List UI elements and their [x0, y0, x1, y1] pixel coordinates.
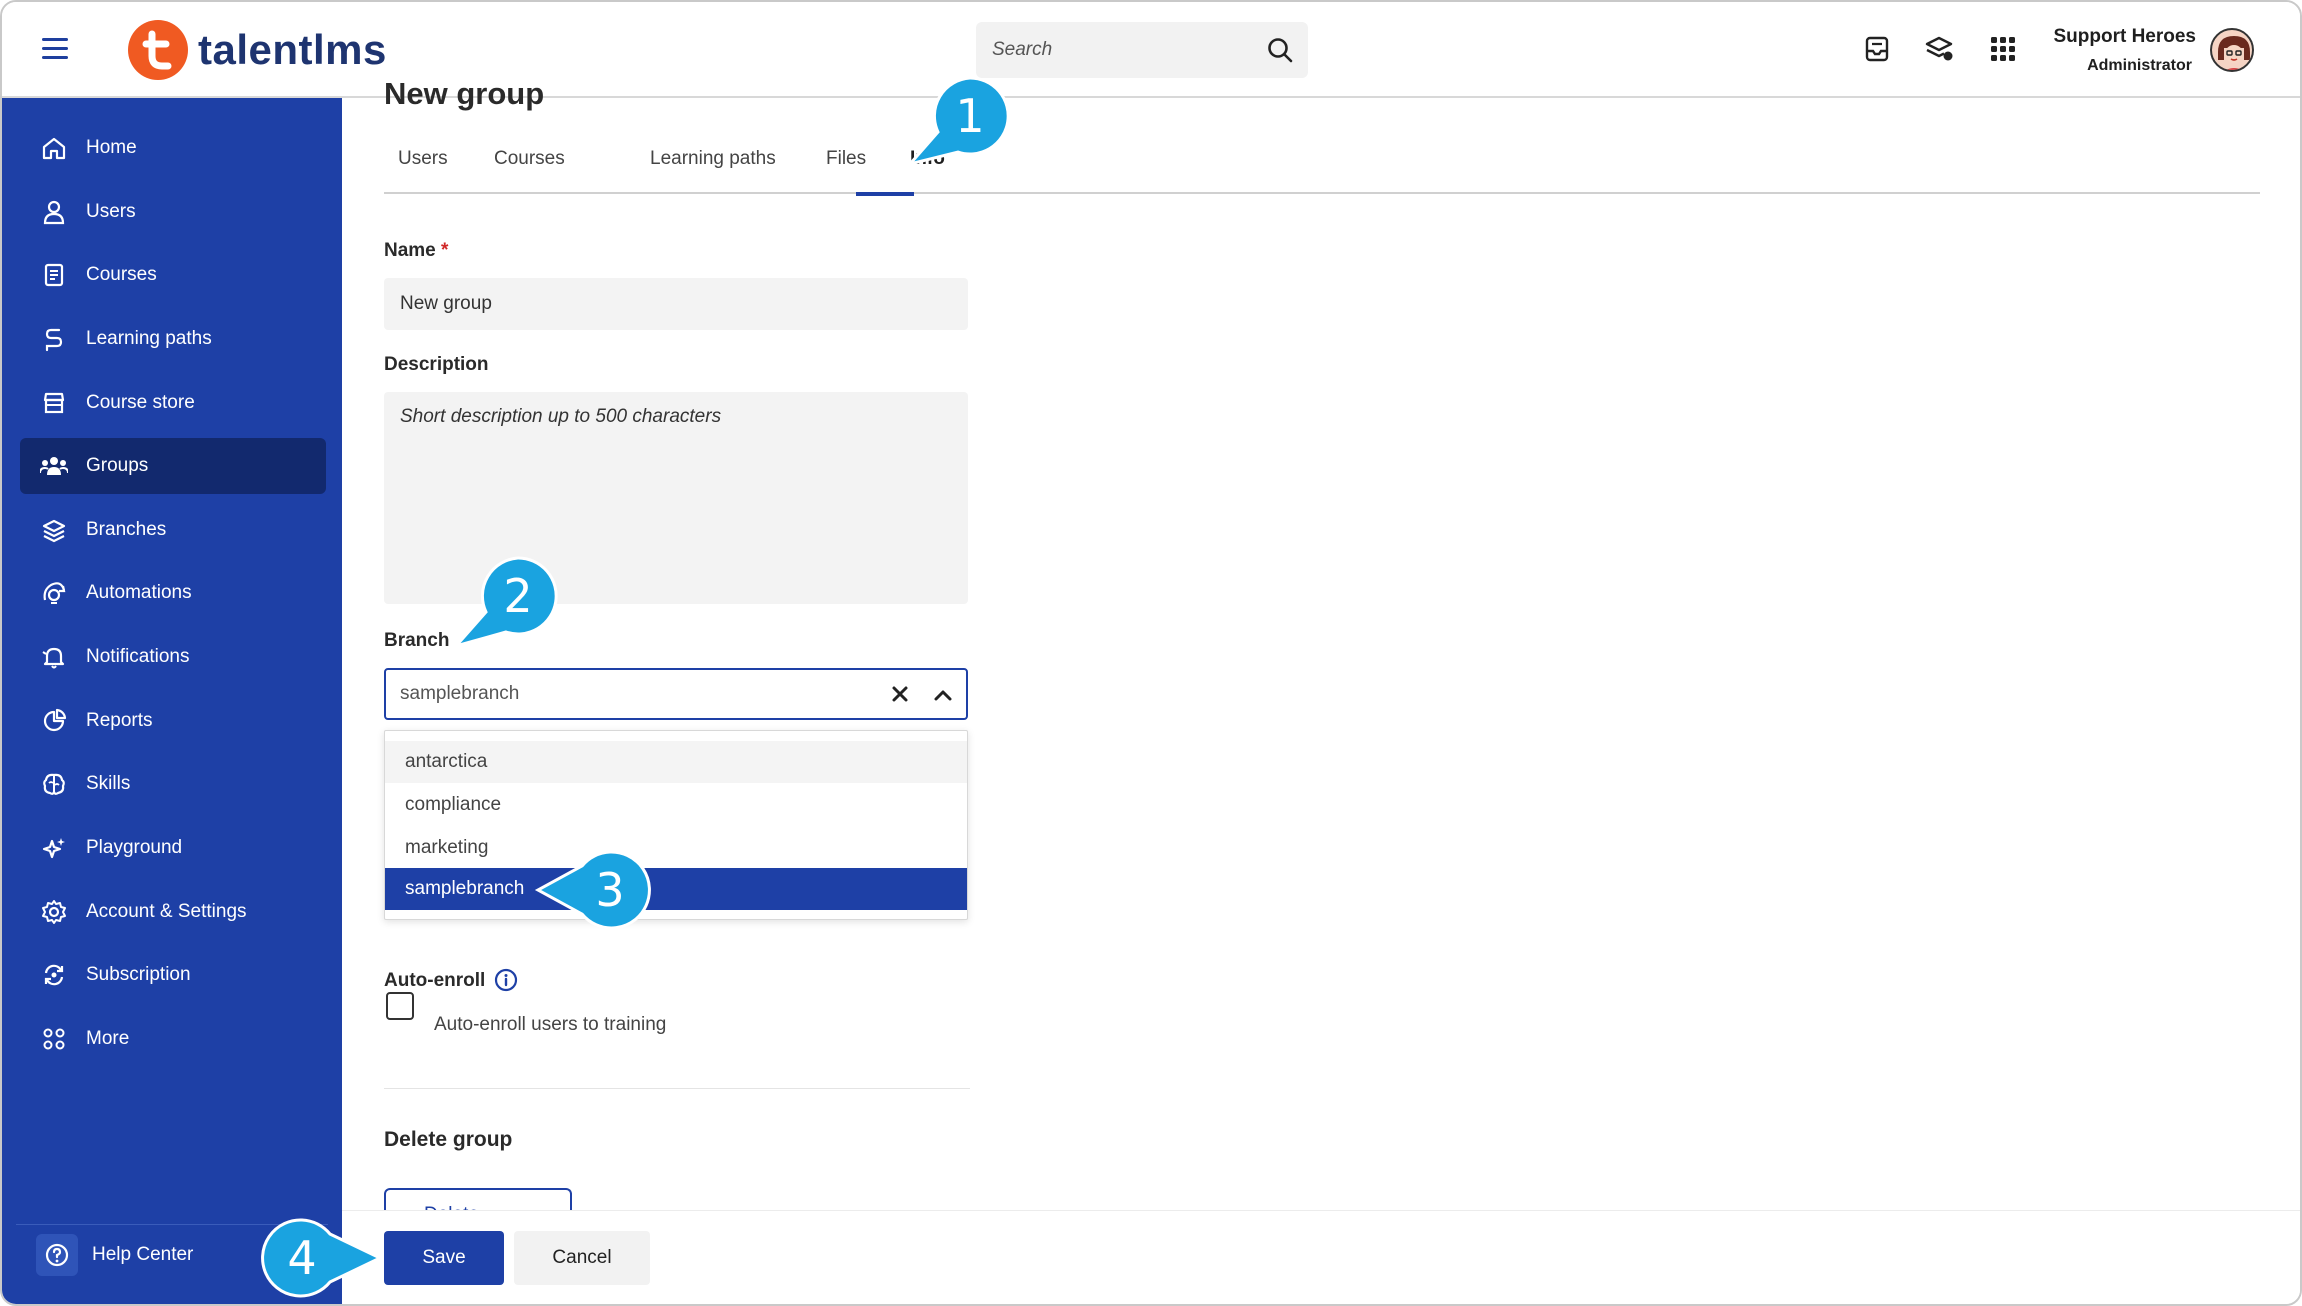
branch-switch-icon[interactable]	[1922, 32, 1956, 66]
name-input[interactable]	[384, 278, 968, 330]
branch-option-compliance[interactable]: compliance	[385, 784, 967, 826]
autoenroll-checkbox-label: Auto-enroll users to training	[434, 1014, 667, 1035]
user-name[interactable]: Support Heroes	[2053, 26, 2196, 48]
sidebar-item-label: Automations	[86, 582, 192, 603]
sidebar-item-label: Skills	[86, 773, 131, 794]
save-button[interactable]: Save	[384, 1231, 504, 1285]
tab-courses[interactable]: Courses	[494, 148, 565, 170]
required-marker: *	[441, 240, 449, 261]
branch-dropdown-list: antarctica compliance marketing samplebr…	[384, 730, 968, 920]
sidebar-item-skills[interactable]: Skills	[20, 756, 326, 812]
help-center-link[interactable]: Help Center	[16, 1224, 328, 1284]
sidebar-item-more[interactable]: More	[20, 1011, 326, 1067]
sidebar-item-users[interactable]: Users	[20, 184, 326, 240]
tab-files[interactable]: Files	[826, 148, 866, 170]
search-input[interactable]	[992, 22, 1262, 78]
avatar[interactable]	[2210, 28, 2254, 72]
top-header: talentlms Support Heroes Administrator	[2, 2, 2300, 98]
sidebar-item-label: Subscription	[86, 964, 191, 985]
sidebar-item-label: Courses	[86, 264, 157, 285]
sidebar-item-label: Reports	[86, 710, 153, 731]
sidebar-item-learning-paths[interactable]: Learning paths	[20, 311, 326, 367]
branch-option-samplebranch[interactable]: samplebranch	[385, 868, 967, 910]
branch-option-antarctica[interactable]: antarctica	[385, 741, 967, 783]
branch-select[interactable]: samplebranch	[384, 668, 968, 720]
sidebar-item-courses[interactable]: Courses	[20, 247, 326, 303]
logo-mark-icon	[128, 20, 188, 80]
help-icon	[36, 1233, 78, 1276]
automation-icon	[40, 579, 68, 607]
sidebar-item-label: Branches	[86, 519, 167, 540]
groups-icon	[40, 452, 68, 480]
sidebar-item-label: Notifications	[86, 646, 190, 667]
sidebar-item-label: Learning paths	[86, 328, 212, 349]
tab-info[interactable]: Info	[910, 148, 945, 170]
sidebar-item-playground[interactable]: Playground	[20, 820, 326, 876]
sidebar-item-label: Account & Settings	[86, 901, 247, 922]
description-label: Description	[384, 354, 489, 375]
user-icon	[40, 198, 68, 226]
store-icon	[40, 389, 68, 417]
sidebar-item-groups[interactable]: Groups	[20, 438, 326, 494]
talentlms-logo[interactable]: talentlms	[128, 20, 387, 80]
apps-grid-icon[interactable]	[1986, 32, 2020, 66]
inbox-icon[interactable]	[1860, 32, 1894, 66]
section-divider	[384, 1088, 970, 1089]
autoenroll-label: Auto-enroll	[384, 970, 486, 991]
home-icon	[40, 134, 68, 162]
pie-chart-icon	[40, 707, 68, 735]
app-window: talentlms Support Heroes Administrator	[0, 0, 2302, 1306]
active-tab-indicator	[856, 192, 914, 196]
branch-select-value: samplebranch	[400, 683, 520, 704]
info-icon[interactable]	[494, 968, 518, 992]
sidebar-item-reports[interactable]: Reports	[20, 693, 326, 749]
delete-group-title: Delete group	[384, 1128, 513, 1151]
sidebar-item-branches[interactable]: Branches	[20, 502, 326, 558]
sidebar-item-label: Course store	[86, 392, 195, 413]
branch-label: Branch	[384, 630, 450, 651]
description-textarea[interactable]	[384, 392, 968, 604]
tab-learning-paths[interactable]: Learning paths	[650, 148, 776, 170]
sidebar-item-automations[interactable]: Automations	[20, 565, 326, 621]
sidebar-item-label: Home	[86, 137, 137, 158]
search-icon[interactable]	[1266, 36, 1294, 64]
book-icon	[40, 261, 68, 289]
brain-icon	[40, 770, 68, 798]
sidebar-item-account-settings[interactable]: Account & Settings	[20, 884, 326, 940]
autoenroll-checkbox[interactable]	[386, 992, 414, 1020]
name-label: Name *	[384, 240, 448, 262]
help-center-label: Help Center	[92, 1243, 194, 1265]
sidebar-item-label: Groups	[86, 455, 149, 476]
tab-bar: Users Courses Learning paths Files Info	[384, 138, 2260, 194]
search-box	[976, 22, 1308, 78]
clear-icon[interactable]	[888, 682, 912, 706]
cancel-button[interactable]: Cancel	[514, 1231, 650, 1285]
bell-icon	[40, 643, 68, 671]
gear-icon	[40, 898, 68, 926]
form-footer: Save Cancel	[342, 1210, 2300, 1304]
sidebar-item-home[interactable]: Home	[20, 120, 326, 176]
sidebar-item-subscription[interactable]: Subscription	[20, 947, 326, 1003]
chevron-up-icon[interactable]	[932, 684, 954, 706]
name-label-text: Name	[384, 240, 436, 261]
sidebar-item-label: Playground	[86, 837, 183, 858]
sidebar-item-label: Users	[86, 201, 136, 222]
refresh-icon	[40, 961, 68, 989]
sparkle-icon	[40, 834, 68, 862]
path-icon	[40, 325, 68, 353]
logo-text: talentlms	[198, 26, 387, 73]
grid-icon	[40, 1025, 68, 1053]
tab-users[interactable]: Users	[398, 148, 448, 170]
user-role: Administrator	[2087, 57, 2192, 74]
menu-toggle-icon[interactable]	[42, 38, 68, 60]
sidebar: Home Users Courses Learning paths Course…	[2, 98, 342, 1304]
sidebar-item-course-store[interactable]: Course store	[20, 375, 326, 431]
layers-icon	[40, 516, 68, 544]
sidebar-item-notifications[interactable]: Notifications	[20, 629, 326, 685]
main-content: New group Users Courses Learning paths F…	[342, 76, 2300, 1304]
sidebar-item-label: More	[86, 1028, 130, 1049]
page-title: New group	[384, 76, 545, 111]
branch-option-marketing[interactable]: marketing	[385, 827, 967, 869]
